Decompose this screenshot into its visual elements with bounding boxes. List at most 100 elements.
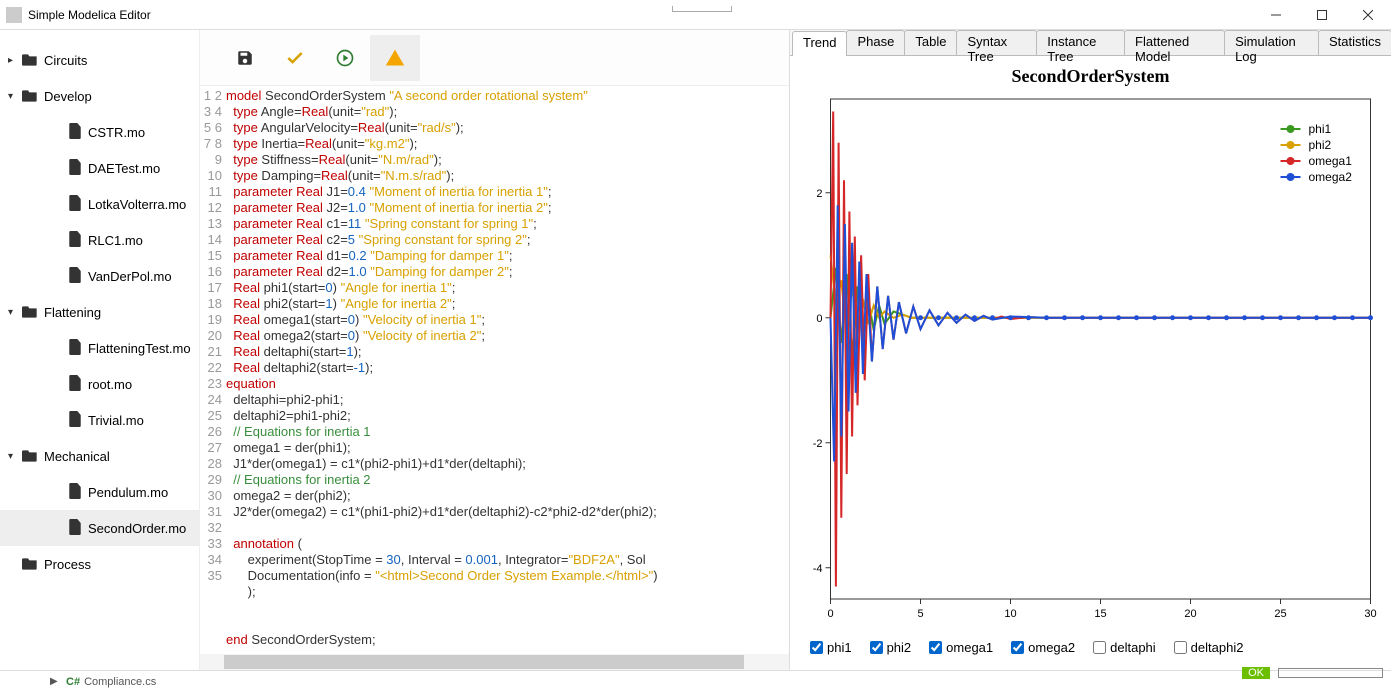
tree-item-label: Process [44, 557, 91, 572]
svg-text:25: 25 [1274, 608, 1286, 620]
file-daetest-mo[interactable]: DAETest.mo [0, 150, 199, 186]
folder-icon [22, 304, 38, 321]
file-icon [68, 123, 82, 142]
tab-table[interactable]: Table [904, 30, 957, 55]
checkbox-deltaphi[interactable]: deltaphi [1093, 640, 1156, 655]
tab-statistics[interactable]: Statistics [1318, 30, 1391, 55]
chart-title: SecondOrderSystem [796, 66, 1385, 87]
file-tree: ▸Circuits▾Develop CSTR.mo DAETest.mo LotkaV… [0, 30, 200, 670]
tab-phase[interactable]: Phase [846, 30, 905, 55]
folder-flattening[interactable]: ▾Flattening [0, 294, 199, 330]
maximize-button[interactable] [1299, 0, 1345, 30]
file-icon [68, 159, 82, 178]
tree-item-label: FlatteningTest.mo [88, 341, 191, 356]
file-cstr-mo[interactable]: CSTR.mo [0, 114, 199, 150]
folder-icon [22, 448, 38, 465]
checkbox-omega1[interactable]: omega1 [929, 640, 993, 655]
file-lotkavolterra-mo[interactable]: LotkaVolterra.mo [0, 186, 199, 222]
tree-item-label: Develop [44, 89, 92, 104]
tree-item-label: root.mo [88, 377, 132, 392]
tree-item-label: Circuits [44, 53, 87, 68]
svg-text:10: 10 [1004, 608, 1016, 620]
tree-item-label: Trivial.mo [88, 413, 144, 428]
svg-text:-2: -2 [813, 438, 823, 450]
tab-instance-tree[interactable]: Instance Tree [1036, 30, 1125, 55]
tree-item-label: DAETest.mo [88, 161, 160, 176]
file-icon [68, 195, 82, 214]
file-icon [68, 339, 82, 358]
editor-area: 1 2 3 4 5 6 7 8 9 10 11 12 13 14 15 16 1… [200, 30, 790, 670]
svg-text:omega2: omega2 [1309, 170, 1353, 184]
file-vanderpol-mo[interactable]: VanDerPol.mo [0, 258, 199, 294]
svg-text:0: 0 [816, 313, 822, 325]
folder-circuits[interactable]: ▸Circuits [0, 42, 199, 78]
tree-item-label: Flattening [44, 305, 101, 320]
checkbox-deltaphi2[interactable]: deltaphi2 [1174, 640, 1244, 655]
checkbox-phi1[interactable]: phi1 [810, 640, 852, 655]
folder-develop[interactable]: ▾Develop [0, 78, 199, 114]
file-secondorder-mo[interactable]: SecondOrder.mo [0, 510, 199, 546]
app-icon [6, 7, 22, 23]
file-icon [68, 519, 82, 538]
series-checkboxes: phi1 phi2 omega1 omega2 deltaphi deltaphi2 [796, 634, 1385, 661]
titlebar: Simple Modelica Editor [0, 0, 1391, 30]
progress-bar [1278, 668, 1383, 678]
tab-trend[interactable]: Trend [792, 31, 847, 56]
tree-item-label: LotkaVolterra.mo [88, 197, 186, 212]
folder-mechanical[interactable]: ▾Mechanical [0, 438, 199, 474]
tab-syntax-tree[interactable]: Syntax Tree [956, 30, 1037, 55]
tab-simulation-log[interactable]: Simulation Log [1224, 30, 1319, 55]
trend-chart[interactable]: 051015202530-4-202phi1phi2omega1omega2 [796, 89, 1385, 629]
tree-item-label: Pendulum.mo [88, 485, 168, 500]
tree-item-label: Mechanical [44, 449, 110, 464]
tree-item-label: SecondOrder.mo [88, 521, 186, 536]
tab-flattened-model[interactable]: Flattened Model [1124, 30, 1225, 55]
file-icon [68, 231, 82, 250]
footer-file[interactable]: Compliance.cs [84, 676, 156, 688]
warning-button[interactable] [370, 35, 420, 81]
code-editor[interactable]: 1 2 3 4 5 6 7 8 9 10 11 12 13 14 15 16 1… [200, 86, 789, 654]
checkbox-phi2[interactable]: phi2 [870, 640, 912, 655]
file-trivial-mo[interactable]: Trivial.mo [0, 402, 199, 438]
status-bar: OK [790, 667, 1391, 679]
chart-area: SecondOrderSystem 051015202530-4-202phi1… [790, 56, 1391, 667]
check-button[interactable] [270, 35, 320, 81]
save-button[interactable] [220, 35, 270, 81]
file-root-mo[interactable]: root.mo [0, 366, 199, 402]
svg-text:30: 30 [1364, 608, 1376, 620]
file-flatteningtest-mo[interactable]: FlatteningTest.mo [0, 330, 199, 366]
svg-text:phi1: phi1 [1309, 122, 1332, 136]
csharp-icon: C# [66, 676, 80, 688]
file-icon [68, 375, 82, 394]
svg-text:15: 15 [1094, 608, 1106, 620]
titlebar-grip[interactable] [672, 6, 732, 12]
tree-item-label: RLC1.mo [88, 233, 143, 248]
folder-process[interactable]: Process [0, 546, 199, 582]
editor-horizontal-scrollbar[interactable] [200, 654, 789, 670]
svg-text:2: 2 [816, 188, 822, 200]
file-pendulum-mo[interactable]: Pendulum.mo [0, 474, 199, 510]
folder-icon [22, 52, 38, 69]
folder-icon [22, 88, 38, 105]
results-tabs: TrendPhaseTableSyntax TreeInstance TreeF… [790, 30, 1391, 56]
editor-toolbar [200, 30, 789, 86]
status-ok: OK [1242, 667, 1270, 679]
results-pane: TrendPhaseTableSyntax TreeInstance TreeF… [790, 30, 1391, 670]
checkbox-omega2[interactable]: omega2 [1011, 640, 1075, 655]
svg-text:5: 5 [917, 608, 923, 620]
chevron-right-icon[interactable]: ▶ [50, 676, 62, 687]
file-icon [68, 483, 82, 502]
tree-item-label: CSTR.mo [88, 125, 145, 140]
tree-item-label: VanDerPol.mo [88, 269, 172, 284]
svg-text:0: 0 [827, 608, 833, 620]
close-button[interactable] [1345, 0, 1391, 30]
file-rlc1-mo[interactable]: RLC1.mo [0, 222, 199, 258]
minimize-button[interactable] [1253, 0, 1299, 30]
file-icon [68, 411, 82, 430]
svg-text:phi2: phi2 [1309, 138, 1332, 152]
svg-text:omega1: omega1 [1309, 154, 1353, 168]
window-title: Simple Modelica Editor [28, 8, 151, 22]
run-button[interactable] [320, 35, 370, 81]
folder-icon [22, 556, 38, 573]
svg-text:-4: -4 [813, 563, 823, 575]
